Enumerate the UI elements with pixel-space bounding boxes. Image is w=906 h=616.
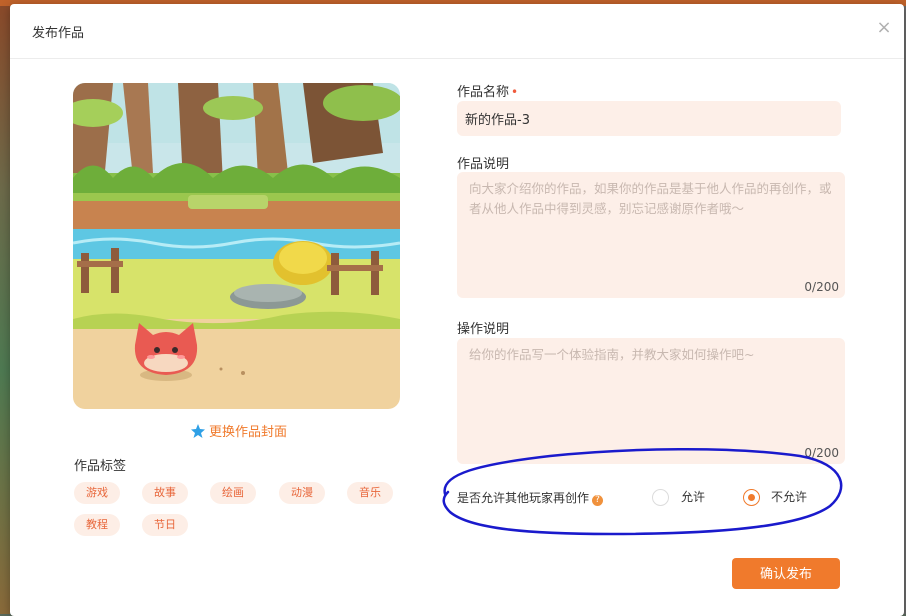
- help-icon[interactable]: ?: [592, 495, 604, 506]
- required-mark: •: [511, 85, 519, 99]
- name-field-label: 作品名称 •: [457, 81, 518, 100]
- tag-anime[interactable]: 动漫: [279, 482, 325, 504]
- background-strip-left: [0, 6, 10, 614]
- tag-festival[interactable]: 节日: [142, 514, 188, 536]
- description-box: 0/200: [457, 172, 845, 298]
- radio-allow-label[interactable]: 允许: [681, 488, 705, 505]
- change-cover-button[interactable]: 更换作品封面: [190, 421, 287, 440]
- dialog-title: 发布作品: [32, 26, 85, 41]
- publish-dialog: 发布作品 × 更换作品封面 作品标签 游戏 故事 绘画 动漫 音乐 教程 节日 …: [10, 4, 904, 616]
- allow-remix-text: 是否允许其他玩家再创作: [457, 491, 590, 505]
- game-scene-illustration: [73, 83, 400, 409]
- operation-counter: 0/200: [804, 446, 839, 460]
- dialog-header: 发布作品 ×: [10, 4, 904, 59]
- description-counter: 0/200: [804, 280, 839, 294]
- tag-tutorial[interactable]: 教程: [74, 514, 120, 536]
- radio-disallow[interactable]: [743, 489, 760, 506]
- name-label-text: 作品名称: [457, 85, 510, 100]
- description-textarea[interactable]: [457, 172, 845, 298]
- radio-disallow-label[interactable]: 不允许: [771, 488, 807, 505]
- radio-allow[interactable]: [652, 489, 669, 506]
- tags-label: 作品标签: [74, 459, 127, 474]
- tag-story[interactable]: 故事: [142, 482, 188, 504]
- operation-label: 操作说明: [457, 322, 510, 337]
- operation-textarea[interactable]: [457, 338, 845, 464]
- change-cover-label: 更换作品封面: [209, 425, 288, 440]
- star-icon: [190, 423, 206, 439]
- confirm-publish-button[interactable]: 确认发布: [732, 558, 840, 589]
- close-icon[interactable]: ×: [874, 18, 894, 38]
- description-label: 作品说明: [457, 157, 510, 172]
- operation-box: 0/200: [457, 338, 845, 464]
- allow-remix-label: 是否允许其他玩家再创作?: [457, 489, 604, 506]
- tag-music[interactable]: 音乐: [347, 482, 393, 504]
- cover-image: [73, 83, 400, 409]
- tag-game[interactable]: 游戏: [74, 482, 120, 504]
- name-input[interactable]: [457, 101, 841, 136]
- tag-drawing[interactable]: 绘画: [210, 482, 256, 504]
